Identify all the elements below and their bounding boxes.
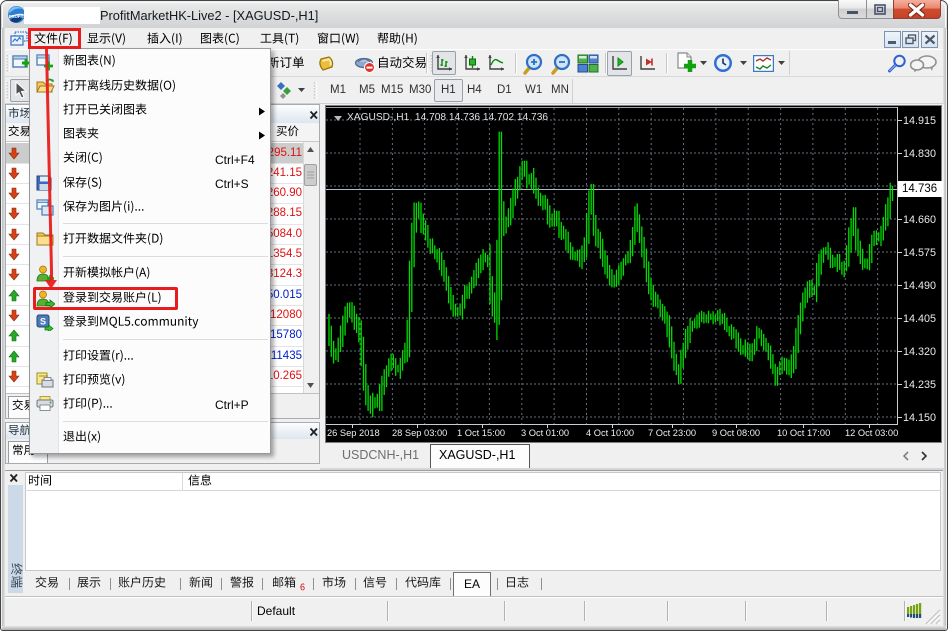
svg-text:S: S <box>40 316 46 326</box>
